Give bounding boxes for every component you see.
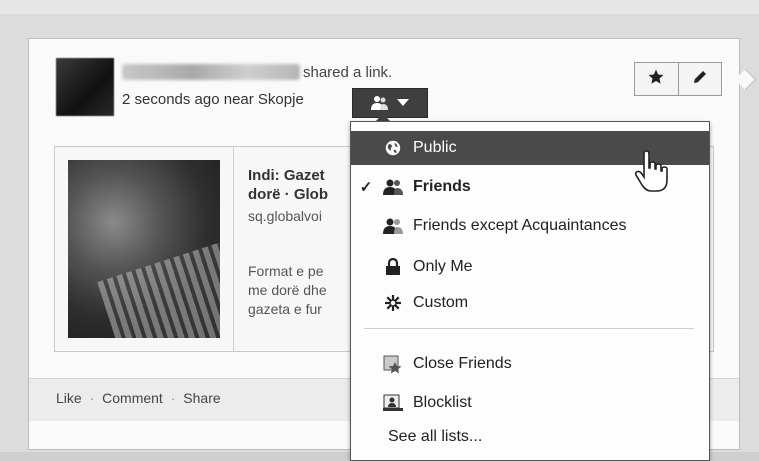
like-link[interactable]: Like	[56, 390, 82, 406]
blocklist-icon	[383, 393, 403, 413]
footer-separator: ·	[89, 390, 95, 406]
menu-item-friends-except-acquaintances[interactable]: Friends except Acquaintances	[351, 209, 709, 243]
favorite-button[interactable]	[635, 63, 678, 95]
link-title-line: Indi: Gazet	[248, 167, 325, 184]
menu-item-close-friends[interactable]: Close Friends	[351, 347, 709, 381]
menu-item-label: Friends except Acquaintances	[413, 217, 627, 234]
close-friends-icon	[383, 354, 403, 374]
menu-divider	[364, 328, 694, 329]
gear-icon	[383, 293, 403, 313]
hand-cursor-icon	[634, 150, 670, 199]
menu-item-label: Only Me	[413, 258, 473, 275]
menu-item-label: Custom	[413, 294, 469, 311]
attachment-divider	[233, 146, 234, 352]
link-domain: sq.globalvoi	[248, 208, 322, 224]
link-description-line: gazeta e fur	[248, 301, 322, 317]
menu-item-blocklist[interactable]: Blocklist	[351, 386, 709, 420]
star-icon	[647, 68, 665, 91]
friends-icon	[371, 95, 389, 111]
footer-separator: ·	[170, 390, 176, 406]
menu-item-custom[interactable]: Custom	[351, 286, 709, 320]
page-top-strip	[0, 0, 759, 14]
edit-button[interactable]	[677, 63, 722, 95]
author-avatar[interactable]	[56, 58, 114, 116]
pencil-icon	[691, 68, 709, 91]
story-action-buttons	[634, 62, 722, 96]
link-description-line: me dorë dhe	[248, 282, 327, 298]
link-title-line: dorë · Glob	[248, 186, 328, 203]
shared-link-text: shared a link.	[303, 64, 393, 81]
link-thumbnail[interactable]	[68, 160, 220, 338]
link-description-line: Format e pe	[248, 263, 324, 279]
globe-icon	[383, 138, 403, 158]
comment-link[interactable]: Comment	[102, 390, 163, 406]
chevron-down-icon	[397, 99, 409, 107]
menu-item-only-me[interactable]: Only Me	[351, 250, 709, 284]
post-meta: 2 seconds ago near Skopje	[122, 91, 304, 108]
friends-icon	[383, 177, 403, 197]
menu-item-label: Friends	[413, 178, 471, 195]
author-name[interactable]	[122, 64, 300, 80]
story-footer-links: Like · Comment · Share	[56, 390, 221, 406]
link-title[interactable]: Indi: Gazet dorë · Glob	[248, 166, 328, 204]
menu-item-label: Blocklist	[413, 394, 472, 411]
friends-except-icon	[383, 216, 403, 236]
audience-selector-button[interactable]	[352, 88, 428, 118]
share-link[interactable]: Share	[183, 390, 220, 406]
see-all-lists-link[interactable]: See all lists...	[388, 428, 482, 446]
link-description: Format e pe me dorë dhe gazeta e fur	[248, 262, 327, 319]
menu-item-label: Close Friends	[413, 355, 512, 372]
menu-item-label: Public	[413, 139, 457, 156]
check-icon: ✓	[359, 179, 373, 196]
lock-icon	[383, 257, 403, 277]
